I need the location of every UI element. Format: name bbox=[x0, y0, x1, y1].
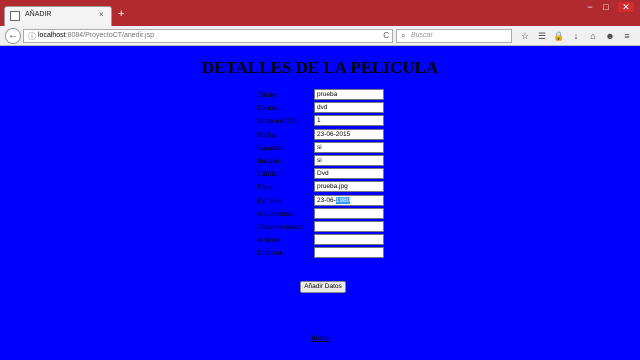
form-row-actores: Actores: bbox=[257, 233, 384, 246]
url-path: :8084/ProyectoCT/anedir.jsp bbox=[65, 32, 154, 39]
director-input[interactable] bbox=[314, 247, 384, 259]
menu-icon[interactable]: ≡ bbox=[621, 29, 633, 43]
field-label: Caratula: bbox=[257, 142, 285, 152]
add-data-button[interactable]: Añadir Datos bbox=[300, 281, 346, 293]
field-label: Argumento: bbox=[257, 208, 294, 218]
site-info-icon[interactable]: ⓘ bbox=[28, 31, 36, 42]
form-row-observaciones: Observaciones: bbox=[257, 220, 384, 233]
actores-input[interactable] bbox=[314, 234, 384, 246]
form-row-calidad: Calidad: Dvd bbox=[257, 167, 384, 180]
maximize-button[interactable]: □ bbox=[600, 2, 612, 12]
field-label: Formato: bbox=[257, 103, 285, 113]
lock-icon[interactable]: 🔒 bbox=[553, 29, 565, 43]
form-row-numerocds: NumeroCDS: 1 bbox=[257, 114, 384, 127]
form-row-director: Director: bbox=[257, 246, 384, 259]
search-placeholder: Buscar bbox=[411, 32, 433, 39]
reload-icon[interactable]: C bbox=[383, 31, 389, 40]
form-row-fecha: Fecha: 23-06-2015 bbox=[257, 128, 384, 141]
navigation-toolbar: ← ⓘ localhost:8084/ProyectoCT/anedir.jsp… bbox=[0, 26, 640, 46]
page-title: DETALLES DE LA PELICULA bbox=[201, 58, 439, 77]
field-label: Observaciones: bbox=[257, 221, 304, 231]
address-bar[interactable]: ⓘ localhost:8084/ProyectoCT/anedir.jsp C bbox=[23, 29, 393, 43]
search-icon: ⌕ bbox=[401, 31, 406, 40]
home-icon[interactable]: ⌂ bbox=[587, 29, 599, 43]
foto-input[interactable]: prueba.jpg bbox=[314, 181, 384, 193]
formato-input[interactable]: dvd bbox=[314, 102, 384, 114]
form-row-imagen: Imagen: si bbox=[257, 154, 384, 167]
observaciones-input[interactable] bbox=[314, 220, 384, 232]
field-label: Estreno: bbox=[257, 195, 282, 205]
close-tab-icon[interactable]: × bbox=[99, 10, 104, 19]
numerocds-input[interactable]: 1 bbox=[314, 115, 384, 127]
home-link[interactable]: Inicio bbox=[0, 333, 640, 342]
calidad-input[interactable]: Dvd bbox=[314, 168, 384, 180]
new-tab-button[interactable]: + bbox=[118, 9, 124, 20]
reading-list-icon[interactable]: ☰ bbox=[536, 29, 548, 43]
back-arrow-icon[interactable]: ← bbox=[5, 28, 21, 44]
selected-text: 1980 bbox=[335, 196, 351, 204]
field-label: Titulo: bbox=[257, 90, 278, 100]
form-row-caratula: Caratula: si bbox=[257, 141, 384, 154]
estreno-value: 23-06- bbox=[317, 196, 336, 204]
field-label: Actores: bbox=[257, 235, 283, 245]
field-label: Calidad: bbox=[257, 169, 283, 179]
tab-title: AÑADIR bbox=[25, 11, 52, 18]
field-label: Foto: bbox=[257, 182, 273, 192]
form-row-argumento: Argumento: bbox=[257, 207, 384, 220]
minimize-button[interactable]: − bbox=[584, 2, 596, 12]
form-row-formato: Formato: dvd bbox=[257, 101, 384, 114]
bookmark-star-icon[interactable]: ☆ bbox=[519, 29, 531, 43]
titulo-input[interactable]: prueba bbox=[314, 89, 384, 101]
page-favicon-icon bbox=[10, 11, 20, 21]
browser-tab[interactable]: AÑADIR × bbox=[4, 6, 112, 26]
imagen-input[interactable]: si bbox=[314, 155, 384, 167]
estreno-input[interactable]: 23-06-1980 bbox=[314, 194, 384, 206]
close-window-button[interactable]: ✕ bbox=[618, 2, 634, 12]
caratula-input[interactable]: si bbox=[314, 141, 384, 153]
search-bar[interactable]: ⌕ Buscar bbox=[396, 29, 512, 43]
fecha-input[interactable]: 23-06-2015 bbox=[314, 128, 384, 140]
url-host: localhost bbox=[38, 32, 66, 39]
field-label: NumeroCDS: bbox=[257, 116, 299, 126]
url-text: localhost:8084/ProyectoCT/anedir.jsp bbox=[38, 32, 154, 39]
download-icon[interactable]: ↓ bbox=[570, 29, 582, 43]
form-row-estreno: Estreno: 23-06-1980 bbox=[257, 194, 384, 207]
argumento-input[interactable] bbox=[314, 207, 384, 219]
form-row-titulo: Titulo: prueba bbox=[257, 88, 384, 101]
field-label: Imagen: bbox=[257, 156, 282, 166]
movie-details-form: Titulo: prueba Formato: dvd NumeroCDS: 1… bbox=[257, 88, 384, 259]
pocket-icon[interactable]: ☻ bbox=[604, 29, 616, 43]
field-label: Fecha: bbox=[257, 129, 277, 139]
window-titlebar: AÑADIR × + − □ ✕ bbox=[0, 0, 640, 26]
form-row-foto: Foto: prueba.jpg bbox=[257, 180, 384, 193]
field-label: Director: bbox=[257, 248, 285, 258]
